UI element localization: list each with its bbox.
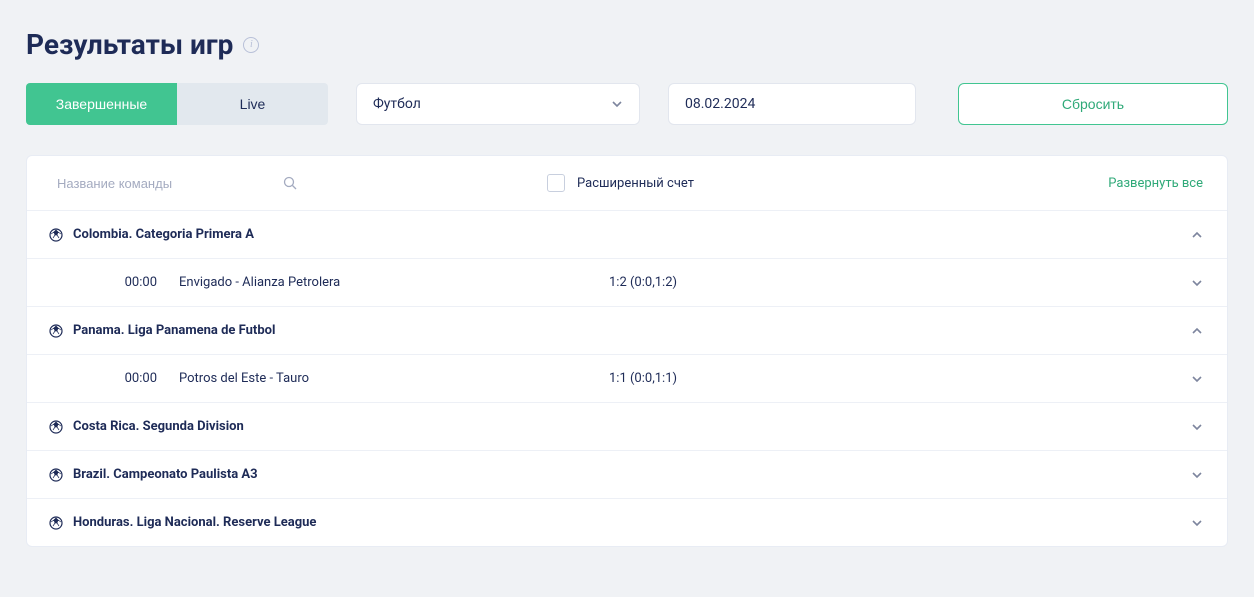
soccer-icon [49,468,63,482]
tab-completed[interactable]: Завершенные [26,83,177,125]
match-teams: Envigado - Alianza Petrolera [179,275,609,290]
chevron-down-icon [1191,373,1203,385]
search-box [57,176,297,191]
page-title-row: Результаты игр i [26,28,1228,61]
chevron-up-icon [1191,229,1203,241]
info-icon[interactable]: i [243,37,259,53]
date-value: 08.02.2024 [685,96,755,112]
chevron-down-icon [1191,421,1203,433]
date-input[interactable]: 08.02.2024 [668,83,916,125]
extended-score-label: Расширенный счет [577,176,694,191]
expand-all-link[interactable]: Развернуть все [1108,176,1203,191]
league-name: Costa Rica. Segunda Division [73,419,1191,434]
league-header[interactable]: Honduras. Liga Nacional. Reserve League [27,498,1227,546]
match-time: 00:00 [49,371,179,386]
match-score: 1:1 (0:0,1:1) [609,371,677,386]
soccer-icon [49,420,63,434]
panel-header: Расширенный счет Развернуть все [27,156,1227,210]
league-header[interactable]: Colombia. Categoria Primera A [27,210,1227,258]
search-input[interactable] [57,176,273,191]
results-panel: Расширенный счет Развернуть все Colombia… [26,155,1228,547]
soccer-icon [49,516,63,530]
reset-button[interactable]: Сбросить [958,83,1228,125]
soccer-icon [49,228,63,242]
chevron-down-icon [1191,469,1203,481]
leagues-list: Colombia. Categoria Primera A00:00Enviga… [27,210,1227,546]
sport-select[interactable]: Футбол [356,83,640,125]
league-header[interactable]: Costa Rica. Segunda Division [27,402,1227,450]
chevron-down-icon [611,98,623,110]
chevron-down-icon [1191,517,1203,529]
extended-score-checkbox[interactable] [547,174,565,192]
league-name: Panama. Liga Panamena de Futbol [73,323,1191,338]
chevron-up-icon [1191,325,1203,337]
search-icon [283,176,297,190]
tab-live[interactable]: Live [177,83,328,125]
league-name: Honduras. Liga Nacional. Reserve League [73,515,1191,530]
soccer-icon [49,324,63,338]
match-row[interactable]: 00:00Potros del Este - Tauro1:1 (0:0,1:1… [27,354,1227,402]
match-time: 00:00 [49,275,179,290]
sport-select-value: Футбол [373,96,421,112]
controls-row: Завершенные Live Футбол 08.02.2024 Сброс… [26,83,1228,125]
match-score: 1:2 (0:0,1:2) [609,275,677,290]
league-header[interactable]: Panama. Liga Panamena de Futbol [27,306,1227,354]
league-name: Brazil. Campeonato Paulista A3 [73,467,1191,482]
match-teams: Potros del Este - Tauro [179,371,609,386]
league-header[interactable]: Brazil. Campeonato Paulista A3 [27,450,1227,498]
extended-score-toggle: Расширенный счет [547,174,694,192]
league-name: Colombia. Categoria Primera A [73,227,1191,242]
match-row[interactable]: 00:00Envigado - Alianza Petrolera1:2 (0:… [27,258,1227,306]
page-title: Результаты игр [26,28,233,61]
chevron-down-icon [1191,277,1203,289]
status-tabs: Завершенные Live [26,83,328,125]
